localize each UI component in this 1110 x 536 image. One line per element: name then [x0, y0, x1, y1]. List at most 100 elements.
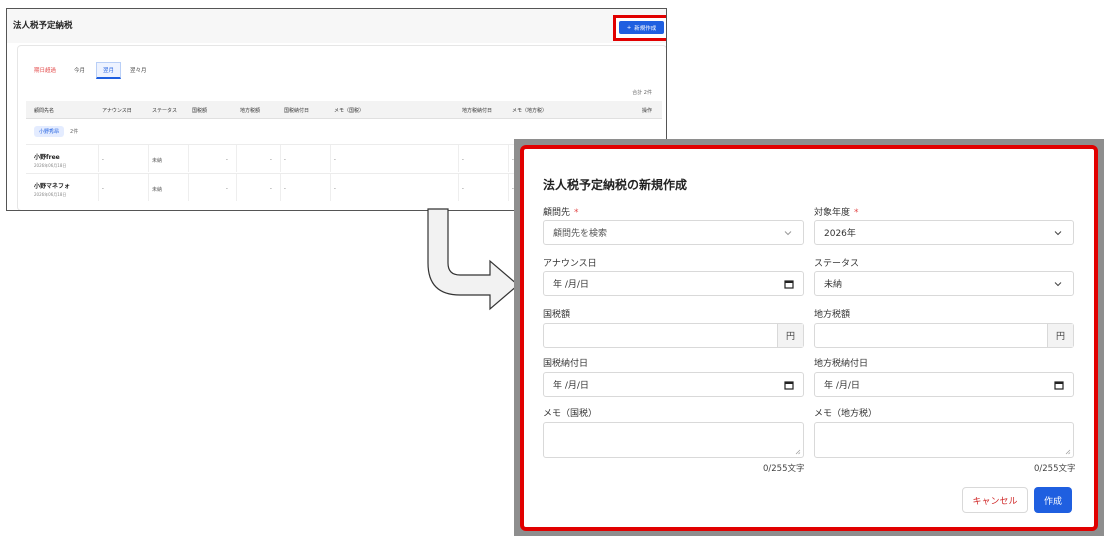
memo-national-counter: 0/255文字	[763, 464, 805, 474]
national-tax-input[interactable]: 円	[543, 323, 804, 348]
resize-handle-icon[interactable]	[1065, 449, 1071, 455]
yen-unit: 円	[1047, 324, 1073, 347]
new-create-label: 新規作成	[634, 25, 657, 32]
local-tax-cell: -	[270, 157, 272, 163]
cancel-button[interactable]: キャンセル	[962, 487, 1028, 513]
group-count: 2件	[70, 129, 79, 135]
memo-local-counter: 0/255文字	[1034, 464, 1076, 474]
divider	[98, 174, 99, 201]
yen-unit: 円	[777, 324, 803, 347]
divider	[280, 145, 281, 172]
column-header: ステータス	[152, 108, 178, 114]
national-tax-label: 国税額	[543, 310, 571, 320]
memo-national-textarea[interactable]	[543, 422, 804, 458]
group-header: 小野秀昂 2件	[34, 126, 78, 137]
divider	[148, 145, 149, 172]
national-tax-cell: -	[226, 157, 228, 163]
new-create-button[interactable]: + 新規作成	[619, 21, 664, 34]
announce-cell: -	[102, 186, 104, 192]
fiscal-year-label: 対象年度 *	[814, 205, 859, 218]
local-pay-cell: -	[462, 157, 464, 163]
row-date: 2026年06月18日	[34, 163, 67, 168]
divider	[98, 145, 99, 172]
announce-cell: -	[102, 157, 104, 163]
local-pay-date-label: 地方税納付日	[814, 359, 869, 369]
column-header: 国税納付日	[284, 108, 310, 114]
divider	[330, 174, 331, 201]
status-cell: 未納	[152, 187, 163, 193]
tab-next-month[interactable]: 翌月	[96, 62, 122, 79]
total-count: 合計 2件	[632, 90, 652, 96]
dialog-title: 法人税予定納税の新規作成	[543, 178, 688, 192]
status-select[interactable]: 未納	[814, 271, 1074, 296]
national-pay-cell: -	[284, 157, 286, 163]
calendar-icon[interactable]	[1054, 380, 1064, 390]
memo-national-cell: -	[334, 157, 336, 163]
column-header: アナウンス日	[102, 108, 132, 114]
fiscal-year-select[interactable]: 2026年	[814, 220, 1074, 245]
memo-local-textarea[interactable]	[814, 422, 1074, 458]
client-name: 小野マネフォ	[34, 183, 71, 190]
plus-icon: +	[626, 24, 632, 31]
divider	[458, 145, 459, 172]
divider	[188, 145, 189, 172]
divider	[236, 174, 237, 201]
column-header: メモ（地方税）	[512, 108, 548, 114]
announce-date-label: アナウンス日	[543, 259, 597, 269]
status-value: 未納	[824, 280, 843, 290]
chevron-down-icon	[1054, 282, 1062, 287]
column-header: 操作	[642, 108, 653, 114]
tab-month-after-next[interactable]: 翌々月	[130, 66, 147, 74]
divider	[280, 174, 281, 201]
divider	[188, 174, 189, 201]
divider	[458, 174, 459, 201]
calendar-icon[interactable]	[784, 380, 794, 390]
group-badge[interactable]: 小野秀昂	[34, 126, 65, 137]
column-header: 地方税額	[240, 108, 261, 114]
divider	[236, 145, 237, 172]
status-label: ステータス	[814, 259, 860, 269]
national-pay-date-value: 年 /月/日	[553, 381, 589, 391]
divider	[508, 174, 509, 201]
calendar-icon[interactable]	[784, 279, 794, 289]
status-cell: 未納	[152, 158, 163, 164]
client-name: 小野free	[34, 154, 60, 161]
chevron-down-icon	[784, 231, 792, 236]
tab-overdue[interactable]: 期日超過	[34, 66, 56, 74]
local-pay-cell: -	[462, 186, 464, 192]
national-pay-date-input[interactable]: 年 /月/日	[543, 372, 804, 397]
memo-local-label: メモ（地方税）	[814, 409, 878, 419]
local-tax-input[interactable]: 円	[814, 323, 1074, 348]
required-mark: *	[854, 208, 859, 218]
local-tax-cell: -	[270, 186, 272, 192]
required-mark: *	[574, 208, 579, 218]
client-label-text: 顧問先	[543, 208, 571, 218]
divider	[148, 174, 149, 201]
page-header: 法人税予定納税	[7, 9, 666, 43]
fiscal-year-label-text: 対象年度	[814, 208, 851, 218]
announce-date-value: 年 /月/日	[553, 280, 589, 290]
page-title: 法人税予定納税	[13, 21, 73, 31]
column-header: 顧問先名	[34, 108, 55, 114]
column-header: メモ（国税）	[334, 108, 365, 114]
column-header: 国税額	[192, 108, 208, 114]
memo-national-label: メモ（国税）	[543, 409, 598, 419]
chevron-down-icon	[1054, 231, 1062, 236]
client-label: 顧問先 *	[543, 205, 579, 218]
fiscal-year-value: 2026年	[824, 229, 856, 239]
national-tax-cell: -	[226, 186, 228, 192]
resize-handle-icon[interactable]	[795, 449, 801, 455]
local-pay-date-input[interactable]: 年 /月/日	[814, 372, 1074, 397]
create-button[interactable]: 作成	[1034, 487, 1072, 513]
divider	[508, 145, 509, 172]
national-pay-cell: -	[284, 186, 286, 192]
table-header: 顧問先名 アナウンス日 ステータス 国税額 地方税額 国税納付日 メモ（国税） …	[26, 101, 662, 119]
column-header: 地方税納付日	[462, 108, 493, 114]
client-search-select[interactable]: 顧問先を検索	[543, 220, 804, 245]
highlight-frame: + 新規作成	[613, 15, 666, 41]
divider	[330, 145, 331, 172]
modal-screenshot: 法人税予定納税の新規作成 顧問先 * 顧問先を検索 対象年度 * 2026年 アナウ…	[514, 139, 1104, 536]
create-dialog: 法人税予定納税の新規作成 顧問先 * 顧問先を検索 対象年度 * 2026年 アナウ…	[524, 149, 1094, 527]
announce-date-input[interactable]: 年 /月/日	[543, 271, 804, 296]
tab-this-month[interactable]: 今月	[74, 66, 85, 74]
